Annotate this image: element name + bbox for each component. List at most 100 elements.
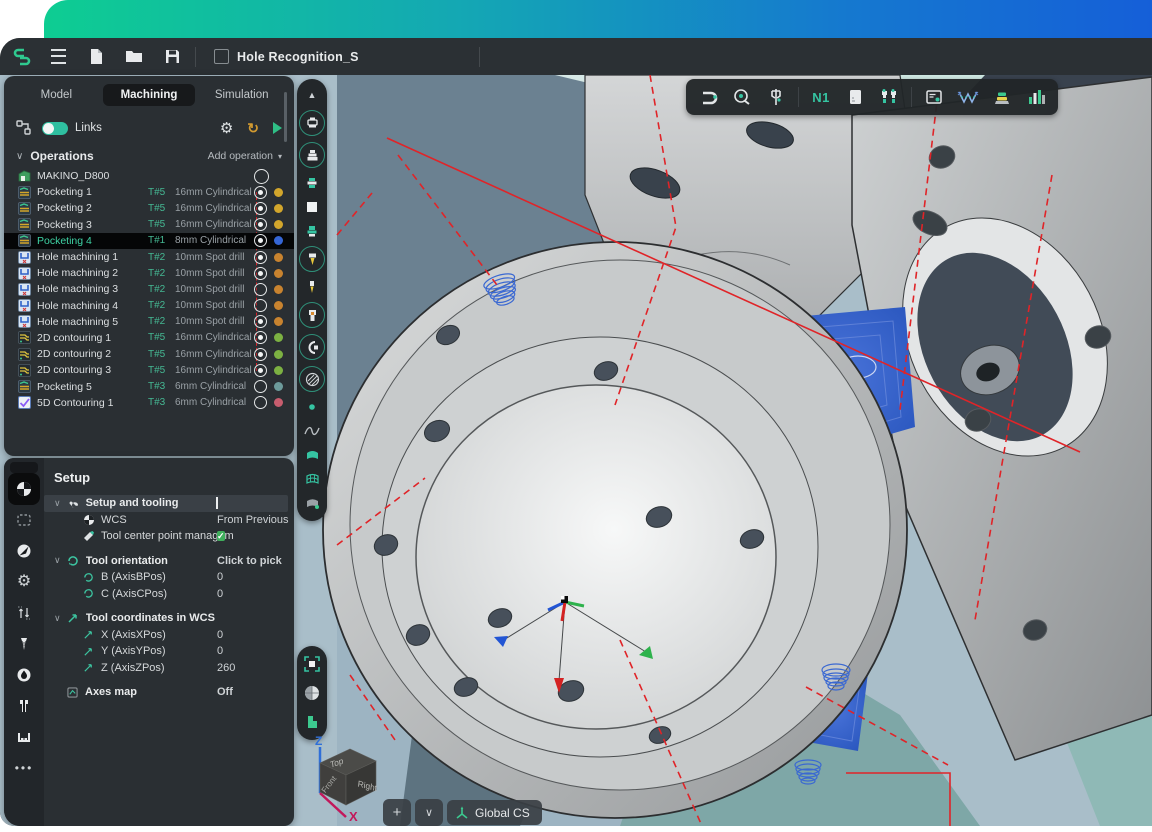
holder-icon[interactable] xyxy=(303,306,321,324)
chevron-down-icon[interactable]: ∨ xyxy=(54,498,61,509)
compass-icon[interactable] xyxy=(15,542,33,560)
operation-row[interactable]: Pocketing 1 T#5 16mm Cylindrical xyxy=(4,184,294,200)
tool-orientation-value[interactable]: Click to pick xyxy=(217,555,282,567)
operation-row[interactable]: 2D contouring 3 T#5 16mm Cylindrical xyxy=(4,362,294,378)
new-project-button[interactable] xyxy=(81,44,111,70)
gear-icon[interactable]: ⚙ xyxy=(220,121,233,136)
surface-icon[interactable] xyxy=(303,446,321,464)
operation-status-radio[interactable] xyxy=(254,396,267,409)
recalculate-icon[interactable]: ↻ xyxy=(247,121,259,135)
links-toggle[interactable] xyxy=(42,122,68,135)
operation-status-radio[interactable] xyxy=(254,331,267,344)
operation-row[interactable]: Hole machining 2 T#2 10mm Spot drill xyxy=(4,265,294,281)
chevron-down-icon[interactable]: ∨ xyxy=(54,613,61,624)
workpiece-icon[interactable] xyxy=(303,198,321,216)
holder-block-icon[interactable] xyxy=(15,697,33,715)
add-operation-button[interactable]: Add operation xyxy=(208,150,273,162)
rotary-icon[interactable] xyxy=(299,334,325,360)
tool-icon[interactable] xyxy=(299,246,325,272)
holder-icon[interactable] xyxy=(299,302,325,328)
operation-row[interactable]: Pocketing 5 T#3 6mm Cylindrical xyxy=(4,378,294,394)
axes-map-row[interactable]: Axes map Off xyxy=(44,684,294,701)
operation-status-radio[interactable] xyxy=(254,315,267,328)
operation-status-radio[interactable] xyxy=(254,267,267,280)
nc-block-label[interactable]: N1 xyxy=(809,86,833,108)
machine-icon[interactable] xyxy=(299,110,325,136)
operation-row[interactable]: Hole machining 1 T#2 10mm Spot drill xyxy=(4,249,294,265)
hatch-icon[interactable] xyxy=(299,366,325,392)
add-operation-dropdown-icon[interactable]: ▾ xyxy=(278,152,282,161)
global-cs-button[interactable]: Global CS xyxy=(447,800,542,825)
axes-map-value[interactable]: Off xyxy=(217,686,233,698)
orbit-sphere-icon[interactable] xyxy=(302,683,322,703)
solid-icon[interactable] xyxy=(303,494,321,512)
more-ellipsis[interactable]: ••• xyxy=(15,759,33,777)
shank-icon[interactable] xyxy=(303,278,321,296)
axis-x-row[interactable]: X (AxisXPos) 0 xyxy=(44,627,294,644)
axis-y-value[interactable]: 0 xyxy=(217,645,223,657)
machine-icon[interactable] xyxy=(303,114,321,132)
stock-icon[interactable] xyxy=(303,146,321,164)
operation-status-radio[interactable] xyxy=(254,364,267,377)
operations-scrollbar[interactable] xyxy=(284,92,287,142)
axis-z-value[interactable]: 260 xyxy=(217,662,235,674)
operation-row[interactable]: Pocketing 2 T#5 16mm Cylindrical xyxy=(4,200,294,216)
coolant-icon[interactable] xyxy=(15,666,33,684)
levels-icon[interactable] xyxy=(15,604,33,622)
operation-status-radio[interactable] xyxy=(254,218,267,231)
operation-row[interactable]: MAKINO_D800 xyxy=(4,168,294,184)
axis-b-value[interactable]: 0 xyxy=(217,571,223,583)
mesh-icon[interactable] xyxy=(303,470,321,488)
toolpath-icon[interactable] xyxy=(956,86,980,108)
gear-icon[interactable]: ⚙ xyxy=(15,573,33,591)
operation-row[interactable]: Pocketing 4 T#1 8mm Cylindrical xyxy=(4,233,294,249)
axis-b-row[interactable]: B (AxisBPos) 0 xyxy=(44,569,294,586)
operation-row[interactable]: Hole machining 4 T#2 10mm Spot drill xyxy=(4,298,294,314)
curve-icon[interactable] xyxy=(303,422,321,440)
open-project-button[interactable] xyxy=(119,44,149,70)
chevron-down-icon[interactable]: ∨ xyxy=(54,555,61,566)
workpiece-icon[interactable] xyxy=(843,86,867,108)
operation-status-radio[interactable] xyxy=(254,380,267,393)
holders-icon[interactable] xyxy=(877,86,901,108)
stats-icon[interactable] xyxy=(1024,86,1048,108)
tool-coordinates-section[interactable]: ∨ Tool coordinates in WCS xyxy=(44,610,294,627)
fit-view-icon[interactable] xyxy=(302,654,322,674)
operation-status-radio[interactable] xyxy=(254,234,267,247)
main-menu-button[interactable] xyxy=(43,44,73,70)
axis-z-row[interactable]: Z (AxisZPos) 260 xyxy=(44,660,294,677)
save-project-button[interactable] xyxy=(157,44,187,70)
operation-row[interactable]: 2D contouring 2 T#5 16mm Cylindrical xyxy=(4,346,294,362)
add-view-button[interactable]: + xyxy=(383,799,411,826)
wcs-value[interactable]: From Previous xyxy=(217,514,289,526)
tool-center-point-row[interactable]: Tool center point management ✓ xyxy=(44,528,294,545)
rotary-icon[interactable] xyxy=(303,338,321,356)
tab-model[interactable]: Model xyxy=(10,84,103,106)
app-logo[interactable] xyxy=(9,45,35,69)
axis-c-row[interactable]: C (AxisCPos) 0 xyxy=(44,586,294,603)
operation-row[interactable]: Pocketing 3 T#5 16mm Cylindrical xyxy=(4,217,294,233)
operation-row[interactable]: 2D contouring 1 T#5 16mm Cylindrical xyxy=(4,330,294,346)
operation-status-radio[interactable] xyxy=(254,251,267,264)
operation-status-radio[interactable] xyxy=(254,299,267,312)
operation-status-radio[interactable] xyxy=(254,348,267,361)
setup-and-tooling-section[interactable]: ∨ Setup and tooling xyxy=(44,495,288,512)
collapse-chevron[interactable]: ▲ xyxy=(303,86,321,104)
control-panel-icon[interactable] xyxy=(922,86,946,108)
tab-simulation[interactable]: Simulation xyxy=(195,84,288,106)
measure-icon[interactable] xyxy=(730,86,754,108)
tool-orientation-section[interactable]: ∨ Tool orientation Click to pick xyxy=(44,553,294,570)
operation-row[interactable]: 5D Contouring 1 T#3 6mm Cylindrical xyxy=(4,395,294,411)
operation-status-radio[interactable] xyxy=(254,202,267,215)
tcp-checkbox[interactable]: ✓ xyxy=(217,531,225,541)
stock-icon[interactable] xyxy=(299,142,325,168)
axis-y-row[interactable]: Y (AxisYPos) 0 xyxy=(44,643,294,660)
operation-status-radio[interactable] xyxy=(254,186,267,199)
caliper-icon[interactable] xyxy=(764,86,788,108)
axis-x-value[interactable]: 0 xyxy=(217,629,223,641)
drill-icon[interactable] xyxy=(15,635,33,653)
point-icon[interactable] xyxy=(303,398,321,416)
layers-icon[interactable] xyxy=(990,86,1014,108)
operation-row[interactable]: Hole machining 3 T#2 10mm Spot drill xyxy=(4,281,294,297)
tool-icon[interactable] xyxy=(303,250,321,268)
